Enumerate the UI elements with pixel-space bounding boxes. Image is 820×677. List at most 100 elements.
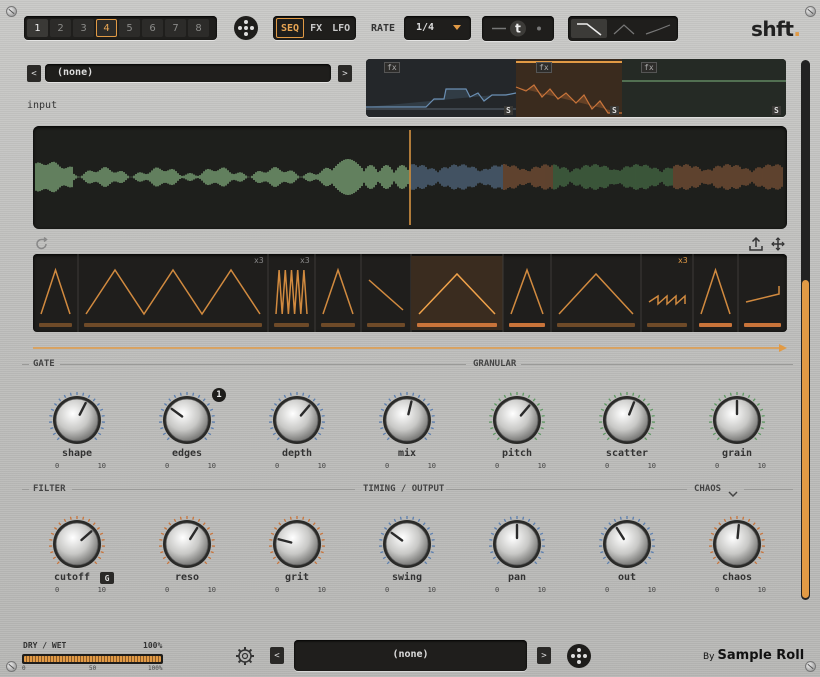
knob-swing-dial (379, 516, 435, 568)
page-button-3[interactable]: 3 (73, 19, 94, 37)
page-button-7[interactable]: 7 (165, 19, 186, 37)
input-label: input (27, 100, 58, 111)
move-icon[interactable] (771, 236, 785, 255)
section-granular: GRANULAR (473, 359, 517, 369)
mode-tab-seq[interactable]: SEQ (276, 18, 305, 38)
knob-min: 0 (275, 462, 280, 470)
shft-logo: shft. (751, 17, 801, 41)
pattern-page-selector: 1 2 3 4 5 6 7 8 (24, 16, 217, 40)
randomize-all-dice-icon[interactable] (567, 644, 591, 668)
mode-tab-fx[interactable]: FX (306, 19, 326, 37)
knob-cutoff-dial (49, 516, 105, 568)
screw-icon (805, 661, 816, 672)
page-button-1[interactable]: 1 (27, 19, 48, 37)
randomize-dice-icon[interactable] (234, 16, 258, 40)
page-button-5[interactable]: 5 (119, 19, 140, 37)
page-button-8[interactable]: 8 (188, 19, 209, 37)
knob-min: 0 (605, 462, 610, 470)
bottom-preset-selector[interactable]: (none) (294, 640, 527, 671)
knob-max: 10 (317, 586, 326, 594)
page-button-2[interactable]: 2 (50, 19, 71, 37)
knob-reso[interactable]: reso 0 10 (152, 510, 222, 600)
s-tag-2[interactable]: S (610, 106, 619, 115)
knob-label: shape (61, 448, 93, 459)
knob-out[interactable]: out 0 10 (592, 510, 662, 600)
bottom-preset-next-button[interactable]: > (537, 647, 551, 664)
knob-label: out (617, 572, 637, 583)
knob-grit-dial (269, 516, 325, 568)
trigger-mode-icon: t (492, 20, 541, 37)
knob-cutoff[interactable]: cutoff 0 10 G (42, 510, 114, 600)
rate-dropdown[interactable]: 1/4 (404, 16, 471, 40)
knob-label: reso (174, 572, 200, 583)
mode-tab-lfo[interactable]: LFO (328, 19, 354, 37)
page-button-4[interactable]: 4 (96, 19, 117, 37)
dry-wet-label: DRY / WET (23, 641, 67, 650)
knob-pan[interactable]: pan 0 10 (482, 510, 552, 600)
page-button-6[interactable]: 6 (142, 19, 163, 37)
knob-min: 0 (715, 586, 720, 594)
s-tag-1[interactable]: S (504, 106, 513, 115)
knob-swing[interactable]: swing 0 10 (372, 510, 442, 600)
reset-icon[interactable] (35, 236, 49, 255)
curve-shape-selector (568, 16, 678, 41)
bottom-preset-prev-button[interactable]: < (270, 647, 284, 664)
waveform-display[interactable] (33, 126, 787, 229)
s-tag-3[interactable]: S (772, 106, 781, 115)
curve-option-down[interactable] (571, 19, 607, 38)
fx-overview[interactable]: fx fx fx S S S (366, 59, 786, 117)
knob-edges[interactable]: edges 0 10 1 (152, 386, 226, 476)
knob-min: 0 (385, 586, 390, 594)
knob-label: swing (391, 572, 423, 583)
knob-pitch-dial (489, 392, 545, 444)
knob-label: edges (171, 448, 203, 459)
fx-tag-3: fx (641, 62, 657, 73)
knob-grain-dial (709, 392, 765, 444)
knob-reso-dial (159, 516, 215, 568)
dry-wet-slider[interactable] (22, 654, 163, 664)
knob-min: 0 (55, 462, 60, 470)
preset-next-button[interactable]: > (338, 65, 352, 82)
curve-option-up[interactable] (645, 24, 671, 35)
knob-max: 10 (207, 586, 216, 594)
knob-max: 10 (757, 586, 766, 594)
modulation-badge[interactable]: 1 (212, 388, 226, 402)
knob-pitch[interactable]: pitch 0 10 (482, 386, 552, 476)
knob-out-dial (599, 516, 655, 568)
knob-shape[interactable]: shape 0 10 (42, 386, 112, 476)
knob-mix[interactable]: mix 0 10 (372, 386, 442, 476)
scrollbar[interactable] (801, 60, 810, 600)
knob-scatter[interactable]: scatter 0 10 (592, 386, 662, 476)
sequencer-steps (39, 254, 787, 332)
chevron-down-icon[interactable] (728, 484, 738, 503)
knob-chaos[interactable]: chaos 0 10 (702, 510, 772, 600)
knob-min: 0 (275, 586, 280, 594)
dry-wet-value: 100% (143, 641, 163, 650)
dry-wet-tick: 100% (148, 665, 163, 672)
chevron-down-icon (453, 25, 461, 30)
repeat-label: x3 (678, 256, 688, 265)
knob-max: 10 (207, 462, 216, 470)
trigger-mode-selector[interactable]: t (482, 16, 554, 41)
knob-min: 0 (55, 586, 60, 594)
knob-grain[interactable]: grain 0 10 (702, 386, 772, 476)
knob-label: grit (284, 572, 310, 583)
sequence-position-bar[interactable] (33, 338, 787, 352)
rate-label: RATE (371, 23, 396, 34)
preset-selector[interactable]: (none) (45, 64, 331, 82)
knob-max: 10 (97, 586, 106, 594)
settings-gear-icon[interactable] (235, 646, 255, 670)
scrollbar-thumb[interactable] (802, 280, 809, 598)
preset-prev-button[interactable]: < (27, 65, 41, 82)
step-sequencer[interactable]: x3 x3 x3 (33, 254, 787, 332)
export-icon[interactable] (749, 236, 763, 255)
knob-depth[interactable]: depth 0 10 (262, 386, 332, 476)
knob-max: 10 (647, 586, 656, 594)
knob-max: 10 (757, 462, 766, 470)
knob-grit[interactable]: grit 0 10 (262, 510, 332, 600)
knob-depth-dial (269, 392, 325, 444)
knob-g-badge[interactable]: G (100, 572, 114, 584)
curve-option-triangle[interactable] (613, 24, 635, 35)
knob-min: 0 (605, 586, 610, 594)
repeat-label: x3 (300, 256, 310, 265)
